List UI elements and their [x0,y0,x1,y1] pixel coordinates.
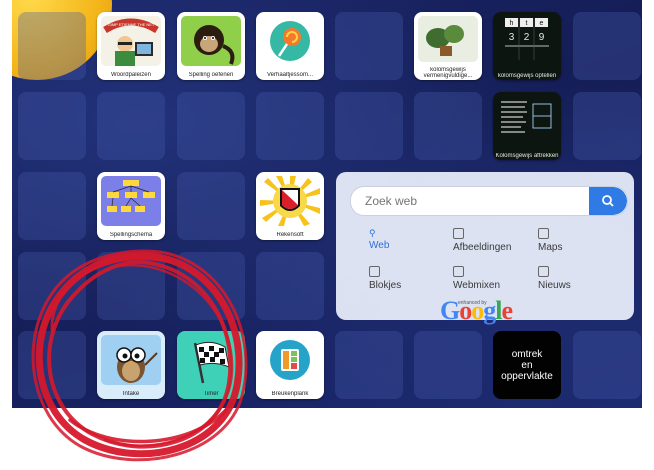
red-circle-annotation [31,249,248,462]
